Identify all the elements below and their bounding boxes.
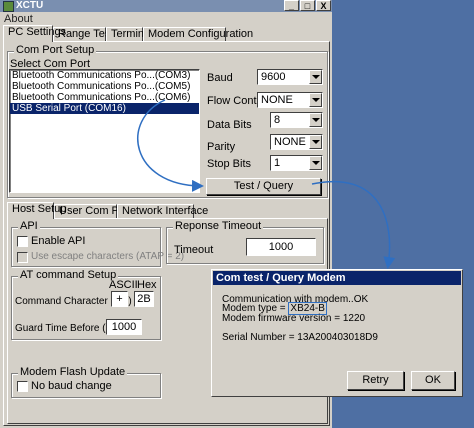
serial-number: Serial Number = 13A200403018D9 — [222, 332, 378, 343]
com-test-dialog: Com test / Query Modem Communication wit… — [211, 269, 463, 397]
dialog-title: Com test / Query Modem — [213, 271, 461, 285]
tab-host-setup[interactable]: Host Setup — [7, 202, 66, 219]
ok-button[interactable]: OK — [411, 371, 455, 390]
arrow-to-dialog — [311, 181, 396, 269]
firmware-version: Modem firmware version = 1220 — [222, 313, 366, 324]
arrow-to-test-button — [137, 99, 204, 192]
retry-button[interactable]: Retry — [347, 371, 404, 390]
tab-pc-settings[interactable]: PC Settings — [3, 25, 66, 42]
